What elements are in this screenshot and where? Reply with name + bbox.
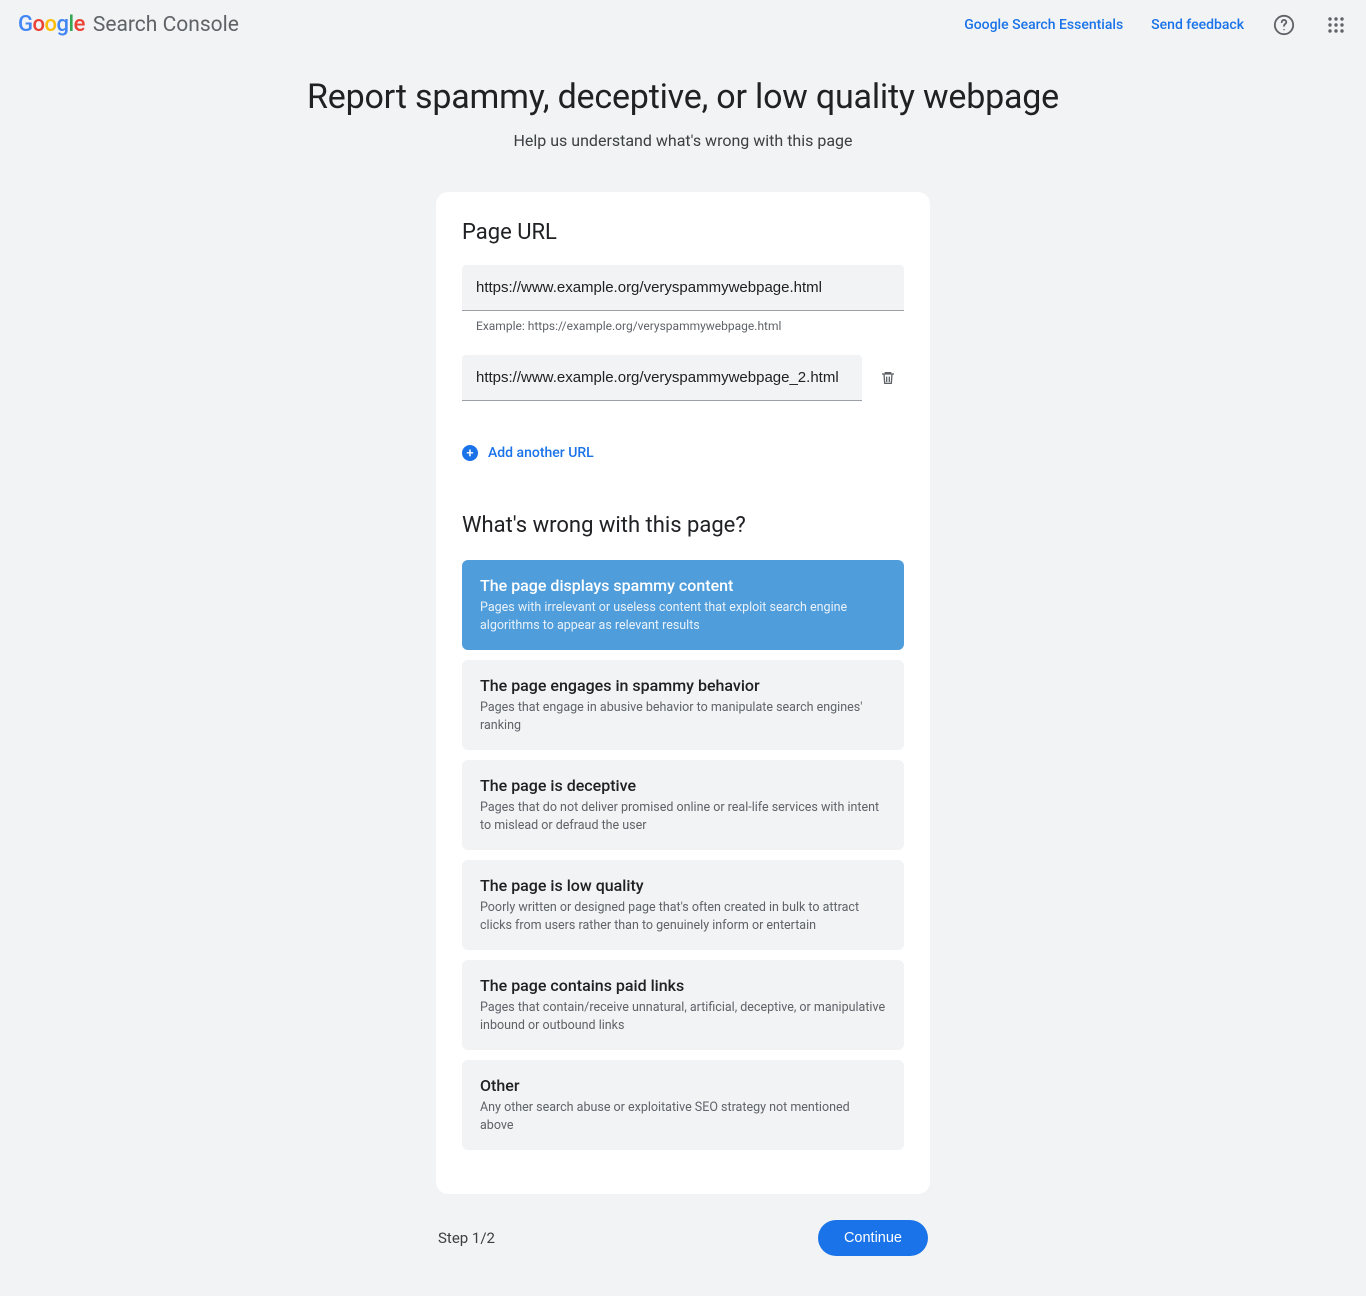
issue-option-desc: Pages with irrelevant or useless content… xyxy=(480,599,886,634)
url-input-0[interactable] xyxy=(462,265,904,311)
product-name: Search Console xyxy=(93,13,239,37)
form-card: Page URL Example: https://example.org/ve… xyxy=(436,192,930,1194)
google-logo: Google xyxy=(18,12,85,37)
trash-icon xyxy=(880,369,896,387)
content: Report spammy, deceptive, or low quality… xyxy=(233,49,1133,1296)
page-title: Report spammy, deceptive, or low quality… xyxy=(233,77,1133,117)
url-input-row-1 xyxy=(462,355,904,401)
issue-option-desc: Poorly written or designed page that's o… xyxy=(480,899,886,934)
url-input-row-0 xyxy=(462,265,904,311)
issue-option-3[interactable]: The page is low quality Poorly written or… xyxy=(462,860,904,950)
link-send-feedback[interactable]: Send feedback xyxy=(1151,17,1244,33)
url-hint: Example: https://example.org/veryspammyw… xyxy=(476,319,904,333)
link-search-essentials[interactable]: Google Search Essentials xyxy=(964,17,1123,33)
add-url-button[interactable]: + Add another URL xyxy=(462,445,904,461)
issue-option-title: The page is deceptive xyxy=(480,776,886,795)
issue-option-desc: Any other search abuse or exploitative S… xyxy=(480,1099,886,1134)
issue-option-0[interactable]: The page displays spammy content Pages wi… xyxy=(462,560,904,650)
issue-option-desc: Pages that engage in abusive behavior to… xyxy=(480,699,886,734)
issue-option-5[interactable]: Other Any other search abuse or exploitat… xyxy=(462,1060,904,1150)
issue-option-title: The page displays spammy content xyxy=(480,576,886,595)
issue-option-2[interactable]: The page is deceptive Pages that do not d… xyxy=(462,760,904,850)
continue-button[interactable]: Continue xyxy=(818,1220,928,1256)
section-issue-title: What's wrong with this page? xyxy=(462,513,904,538)
issue-option-1[interactable]: The page engages in spammy behavior Pages… xyxy=(462,660,904,750)
add-url-label: Add another URL xyxy=(488,445,594,461)
help-icon[interactable] xyxy=(1272,13,1296,37)
issue-option-desc: Pages that do not deliver promised onlin… xyxy=(480,799,886,834)
issue-option-4[interactable]: The page contains paid links Pages that c… xyxy=(462,960,904,1050)
issue-option-title: The page is low quality xyxy=(480,876,886,895)
delete-url-button[interactable] xyxy=(880,366,904,390)
brand-logo[interactable]: Google Search Console xyxy=(18,12,239,37)
footer: Step 1/2 Continue xyxy=(436,1220,930,1296)
issue-option-title: Other xyxy=(480,1076,886,1095)
top-bar: Google Search Console Google Search Esse… xyxy=(0,0,1366,49)
issue-option-title: The page engages in spammy behavior xyxy=(480,676,886,695)
issue-option-title: The page contains paid links xyxy=(480,976,886,995)
section-url-title: Page URL xyxy=(462,220,904,245)
url-input-1[interactable] xyxy=(462,355,862,401)
plus-circle-icon: + xyxy=(462,445,478,461)
issue-option-desc: Pages that contain/receive unnatural, ar… xyxy=(480,999,886,1034)
apps-grid-icon[interactable] xyxy=(1324,13,1348,37)
step-label: Step 1/2 xyxy=(438,1229,495,1247)
topbar-actions: Google Search Essentials Send feedback xyxy=(964,13,1348,37)
page-subtitle: Help us understand what's wrong with thi… xyxy=(233,131,1133,150)
